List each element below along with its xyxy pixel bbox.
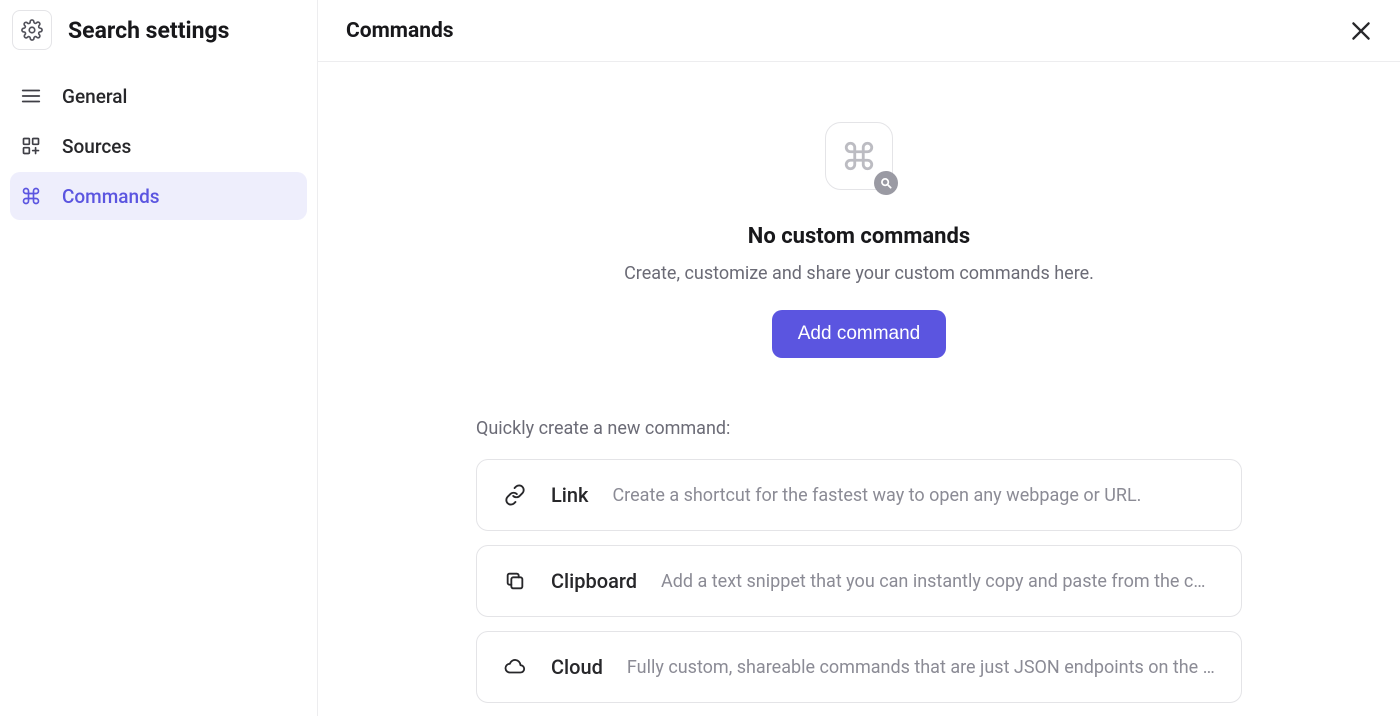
menu-icon	[20, 85, 42, 107]
command-icon	[20, 186, 42, 206]
link-icon	[503, 484, 527, 506]
sidebar-item-commands[interactable]: Commands	[10, 172, 307, 220]
sidebar-item-sources[interactable]: Sources	[10, 122, 307, 170]
quick-card-desc: Fully custom, shareable commands that ar…	[627, 657, 1215, 678]
quick-card-desc: Create a shortcut for the fastest way to…	[612, 485, 1215, 506]
empty-subtitle: Create, customize and share your custom …	[624, 263, 1094, 284]
quick-card-clipboard[interactable]: Clipboard Add a text snippet that you ca…	[476, 545, 1242, 617]
close-button[interactable]	[1346, 16, 1376, 46]
sidebar-item-label: Sources	[62, 135, 131, 158]
sidebar-nav: General Sources Commands	[10, 72, 307, 220]
sidebar-item-label: Commands	[62, 185, 160, 208]
add-command-button[interactable]: Add command	[772, 310, 947, 358]
grid-icon	[20, 136, 42, 156]
quick-card-desc: Add a text snippet that you can instantl…	[661, 571, 1215, 592]
quick-card-link[interactable]: Link Create a shortcut for the fastest w…	[476, 459, 1242, 531]
sidebar-title: Search settings	[68, 17, 229, 44]
main: Commands No custom commands Create, cust…	[318, 0, 1400, 716]
sidebar-item-label: General	[62, 85, 127, 108]
command-icon	[825, 122, 893, 190]
quick-card-name: Clipboard	[551, 569, 637, 593]
sidebar-item-general[interactable]: General	[10, 72, 307, 120]
quick-card-name: Cloud	[551, 655, 603, 679]
cloud-icon	[503, 656, 527, 678]
search-badge-icon	[874, 171, 898, 195]
gear-icon[interactable]	[12, 10, 52, 50]
quick-create: Quickly create a new command: Link Creat…	[476, 418, 1242, 703]
sidebar: Search settings General Sources Commands	[0, 0, 318, 716]
empty-state: No custom commands Create, customize and…	[358, 122, 1360, 358]
quick-card-name: Link	[551, 483, 588, 507]
quick-card-cloud[interactable]: Cloud Fully custom, shareable commands t…	[476, 631, 1242, 703]
clipboard-icon	[503, 570, 527, 592]
empty-title: No custom commands	[748, 224, 970, 249]
quick-create-label: Quickly create a new command:	[476, 418, 1242, 439]
page-title: Commands	[346, 19, 454, 43]
